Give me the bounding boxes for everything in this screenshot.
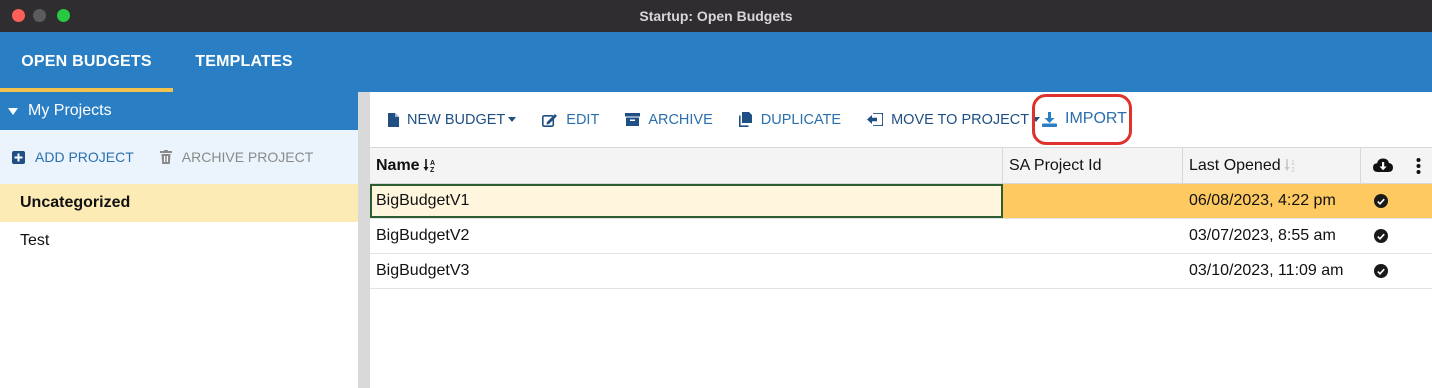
sort-ascending-icon: A Z: [423, 159, 435, 173]
cell-name[interactable]: BigBudgetV3: [370, 254, 1003, 288]
project-item-uncategorized[interactable]: Uncategorized: [0, 184, 358, 222]
file-icon: [388, 112, 399, 127]
table-row[interactable]: BigBudgetV1 06/08/2023, 4:22 pm: [370, 184, 1432, 219]
import-icon: [1042, 111, 1057, 127]
column-label: Name: [376, 156, 420, 174]
duplicate-button[interactable]: DUPLICATE: [738, 111, 842, 128]
project-item-test[interactable]: Test: [0, 222, 358, 260]
pane-splitter[interactable]: [358, 92, 370, 388]
import-button[interactable]: IMPORT: [1042, 110, 1127, 128]
cell-status: [1361, 219, 1432, 253]
projects-sidebar: My Projects ADD PROJECT ARCHIVE PROJECT …: [0, 92, 358, 388]
add-project-label: ADD PROJECT: [35, 149, 134, 165]
close-window-button[interactable]: [12, 9, 25, 22]
collapse-triangle-icon: [8, 107, 18, 115]
svg-text:1: 1: [1291, 160, 1295, 167]
move-to-project-button[interactable]: MOVE TO PROJECT: [867, 111, 1041, 128]
column-label: SA Project Id: [1009, 156, 1102, 174]
trash-icon: [159, 150, 172, 164]
check-circle-icon: [1374, 264, 1388, 278]
window-title: Startup: Open Budgets: [639, 8, 793, 24]
check-circle-icon: [1374, 229, 1388, 243]
table-header-row: Name A Z SA Project Id Last Opened 1 2: [370, 147, 1432, 184]
svg-text:A: A: [430, 160, 435, 167]
tab-open-budgets[interactable]: OPEN BUDGETS: [0, 32, 173, 92]
budgets-pane: NEW BUDGET EDIT ARCHIVE DUPLICATE MOVE T…: [370, 92, 1432, 388]
cell-sa-project-id: [1003, 219, 1183, 253]
archive-box-icon: [625, 113, 641, 126]
new-budget-button[interactable]: NEW BUDGET: [388, 111, 517, 128]
my-projects-header[interactable]: My Projects: [0, 92, 358, 130]
cell-sa-project-id: [1003, 254, 1183, 288]
column-header-icons: [1361, 148, 1432, 183]
plus-square-icon: [12, 150, 25, 164]
more-vertical-icon[interactable]: [1416, 157, 1421, 174]
check-circle-icon: [1374, 194, 1388, 208]
column-header-last-opened[interactable]: Last Opened 1 2: [1183, 148, 1361, 183]
project-label: Uncategorized: [20, 194, 131, 211]
budget-toolbar: NEW BUDGET EDIT ARCHIVE DUPLICATE MOVE T…: [370, 92, 1432, 147]
cell-name[interactable]: BigBudgetV2: [370, 219, 1003, 253]
chevron-down-icon: [508, 117, 517, 122]
project-label: Test: [20, 232, 50, 249]
svg-text:Z: Z: [430, 167, 435, 173]
window-titlebar: Startup: Open Budgets: [0, 0, 1432, 32]
move-to-project-label: MOVE TO PROJECT: [891, 111, 1030, 128]
cell-last-opened: 06/08/2023, 4:22 pm: [1189, 192, 1336, 209]
edit-button[interactable]: EDIT: [542, 112, 599, 128]
cell-last-opened: 03/07/2023, 8:55 am: [1189, 227, 1336, 244]
new-budget-label: NEW BUDGET: [407, 111, 506, 128]
svg-text:2: 2: [1291, 167, 1295, 173]
column-label: Last Opened: [1189, 156, 1281, 174]
move-icon: [867, 113, 884, 126]
archive-project-label: ARCHIVE PROJECT: [181, 149, 314, 165]
column-header-sa-project-id[interactable]: SA Project Id: [1003, 148, 1183, 183]
project-actions-bar: ADD PROJECT ARCHIVE PROJECT: [0, 130, 358, 184]
minimize-window-button[interactable]: [33, 9, 46, 22]
archive-button[interactable]: ARCHIVE: [625, 111, 713, 128]
tab-templates[interactable]: TEMPLATES: [173, 32, 315, 92]
edit-label: EDIT: [566, 111, 600, 128]
table-row[interactable]: BigBudgetV2 03/07/2023, 8:55 am: [370, 219, 1432, 254]
edit-icon: [542, 113, 558, 127]
archive-project-button[interactable]: ARCHIVE PROJECT: [159, 149, 314, 165]
sort-icon: 1 2: [1284, 159, 1295, 173]
my-projects-title: My Projects: [28, 102, 112, 119]
cell-last-opened: 03/10/2023, 11:09 am: [1189, 262, 1344, 279]
cell-status: [1361, 254, 1432, 288]
cell-status: [1361, 184, 1432, 218]
cloud-download-icon[interactable]: [1372, 158, 1393, 173]
maximize-window-button[interactable]: [57, 9, 70, 22]
cell-name[interactable]: BigBudgetV1: [370, 184, 1003, 218]
table-row[interactable]: BigBudgetV3 03/10/2023, 11:09 am: [370, 254, 1432, 289]
duplicate-label: DUPLICATE: [760, 111, 842, 128]
column-header-name[interactable]: Name A Z: [370, 148, 1003, 183]
cell-sa-project-id: [1003, 184, 1183, 218]
top-nav: OPEN BUDGETS TEMPLATES: [0, 32, 1432, 92]
add-project-button[interactable]: ADD PROJECT: [12, 149, 134, 165]
budgets-table: Name A Z SA Project Id Last Opened 1 2 B…: [370, 147, 1432, 289]
archive-label: ARCHIVE: [648, 111, 713, 128]
duplicate-icon: [738, 112, 752, 127]
import-label: IMPORT: [1065, 110, 1127, 127]
